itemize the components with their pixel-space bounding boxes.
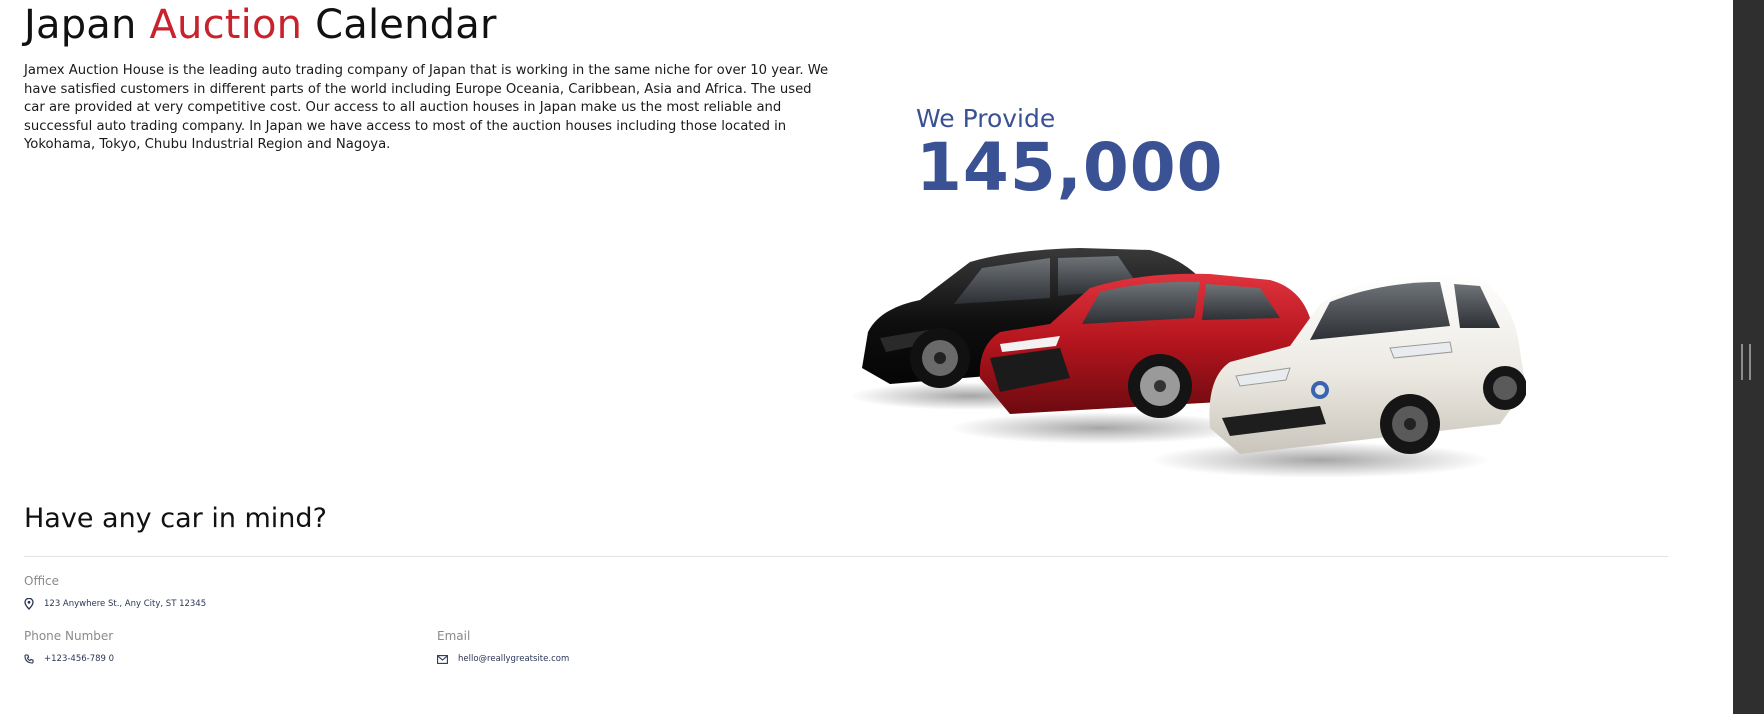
office-address-text: 123 Anywhere St., Any City, ST 12345 bbox=[44, 599, 207, 609]
stats-block: We Provide 145,000 bbox=[916, 104, 1224, 204]
red-car-shadow bbox=[950, 412, 1250, 444]
cars-image bbox=[850, 248, 1526, 478]
phone-number[interactable]: +123-456-789 0 bbox=[24, 654, 114, 664]
map-pin-icon bbox=[24, 598, 34, 610]
scrollbar-grip[interactable] bbox=[1741, 344, 1751, 380]
white-car-shadow bbox=[1150, 442, 1490, 478]
title-accent: Auction bbox=[149, 2, 303, 48]
page-title: Japan Auction Calendar bbox=[24, 2, 497, 48]
email-label: Email bbox=[437, 629, 471, 643]
office-label: Office bbox=[24, 574, 60, 588]
email-address-text[interactable]: hello@reallygreatsite.com bbox=[458, 654, 569, 664]
phone-icon bbox=[24, 654, 34, 664]
stats-value: 145,000 bbox=[916, 129, 1224, 206]
email-address[interactable]: hello@reallygreatsite.com bbox=[437, 654, 569, 664]
phone-number-text[interactable]: +123-456-789 0 bbox=[44, 654, 114, 664]
office-address: 123 Anywhere St., Any City, ST 12345 bbox=[24, 598, 206, 610]
title-part-1: Japan bbox=[24, 2, 150, 48]
phone-label: Phone Number bbox=[24, 629, 114, 643]
envelope-icon bbox=[437, 654, 448, 664]
title-part-2: Calendar bbox=[302, 2, 497, 48]
divider bbox=[24, 556, 1668, 557]
page: Japan Auction Calendar Jamex Auction Hou… bbox=[0, 0, 1733, 714]
intro-paragraph: Jamex Auction House is the leading auto … bbox=[24, 63, 829, 153]
contact-title: Have any car in mind? bbox=[24, 503, 327, 534]
